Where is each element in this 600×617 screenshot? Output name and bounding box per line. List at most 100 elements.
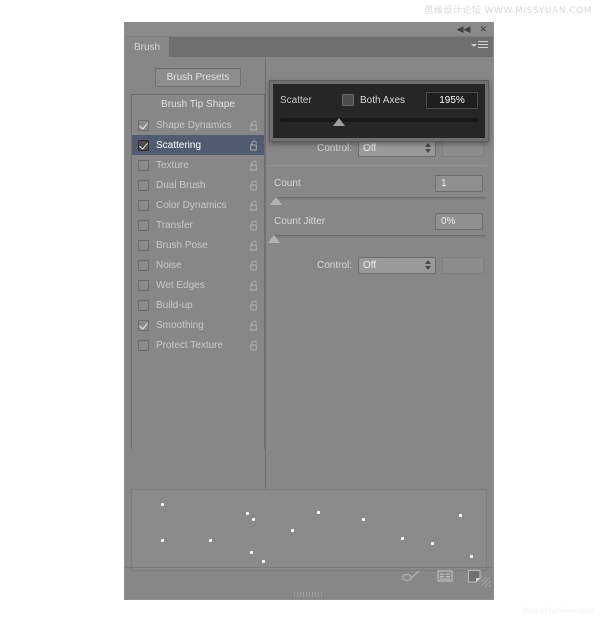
scatter-popup-inner: Scatter Both Axes 195% <box>273 84 485 138</box>
brush-option-row[interactable]: Build-up <box>132 295 264 315</box>
count-jitter-input[interactable]: 0% <box>435 212 483 230</box>
brush-option-row[interactable]: Brush Pose <box>132 235 264 255</box>
lock-open-icon[interactable] <box>250 320 259 331</box>
lock-open-icon[interactable] <box>250 220 259 231</box>
panel-title-bar: ◀◀ ✕ <box>125 23 493 37</box>
brush-option-row[interactable]: Smoothing <box>132 315 264 335</box>
count-jitter-control-label: Control: <box>316 259 352 271</box>
count-slider[interactable] <box>270 196 486 208</box>
preview-dot <box>316 510 320 514</box>
brush-option-row[interactable]: Shape Dynamics <box>132 115 264 135</box>
scatter-slider[interactable] <box>280 117 478 129</box>
count-jitter-control-extra <box>442 256 484 274</box>
brush-panel: ◀◀ ✕ Brush Brush Presets Brush Tip Shape… <box>124 22 494 600</box>
preview-dot <box>245 511 249 515</box>
brush-option-checkbox[interactable] <box>138 299 149 311</box>
preview-dot <box>209 538 213 542</box>
brush-options-sidebar: Brush Presets Brush Tip Shape Shape Dyna… <box>131 63 265 498</box>
count-slider-track <box>274 197 486 200</box>
scatter-slider-track <box>280 118 478 122</box>
brush-tip-shape-header[interactable]: Brush Tip Shape <box>132 95 264 115</box>
count-input[interactable]: 1 <box>435 174 483 192</box>
brush-option-checkbox[interactable] <box>138 279 149 291</box>
brush-option-row[interactable]: Texture <box>132 155 264 175</box>
brush-option-label: Build-up <box>156 299 193 311</box>
count-jitter-slider-thumb[interactable] <box>268 235 280 243</box>
lock-open-icon[interactable] <box>250 260 259 271</box>
scatter-popup: Scatter Both Axes 195% <box>269 80 489 142</box>
count-jitter-slider-track <box>274 235 486 238</box>
scatter-control-value: Off <box>363 142 377 154</box>
panel-footer <box>125 567 493 589</box>
brush-option-label: Smoothing <box>156 319 204 331</box>
panel-corner-resize-grip[interactable] <box>481 577 491 587</box>
scatter-slider-thumb[interactable] <box>333 118 346 126</box>
spinner-icon[interactable] <box>425 259 431 270</box>
panel-window-controls: ◀◀ ✕ <box>457 24 487 35</box>
lock-open-icon[interactable] <box>250 140 259 151</box>
collapse-icon[interactable]: ◀◀ <box>457 24 471 35</box>
scatter-control-label: Control: <box>316 142 352 154</box>
lock-open-icon[interactable] <box>250 160 259 171</box>
preview-dot <box>459 514 463 518</box>
brush-option-checkbox[interactable] <box>138 319 149 331</box>
new-brush-preset-icon[interactable] <box>401 569 423 588</box>
brush-option-label: Texture <box>156 159 189 171</box>
brush-option-row[interactable]: Protect Texture <box>132 335 264 355</box>
brush-option-row[interactable]: Scattering <box>132 135 264 155</box>
lock-open-icon[interactable] <box>250 280 259 291</box>
brush-option-label: Transfer <box>156 219 193 231</box>
hamburger-icon <box>478 41 488 48</box>
brush-option-row[interactable]: Dual Brush <box>132 175 264 195</box>
count-jitter-label: Count Jitter <box>274 215 326 227</box>
lock-open-icon[interactable] <box>250 180 259 191</box>
brush-option-checkbox[interactable] <box>138 259 149 271</box>
brush-option-row[interactable]: Noise <box>132 255 264 275</box>
preview-dot <box>401 536 405 540</box>
brush-option-checkbox[interactable] <box>138 119 149 131</box>
brush-option-checkbox[interactable] <box>138 159 149 171</box>
preview-dot <box>161 538 165 542</box>
brush-option-checkbox[interactable] <box>138 179 149 191</box>
preview-dot <box>470 555 474 559</box>
count-jitter-slider[interactable] <box>268 234 486 246</box>
brush-option-row[interactable]: Wet Edges <box>132 275 264 295</box>
chevron-down-icon <box>471 44 477 47</box>
brush-presets-button[interactable]: Brush Presets <box>154 68 242 87</box>
brush-option-checkbox[interactable] <box>138 239 149 251</box>
preview-dot <box>431 542 435 546</box>
scatter-control-select[interactable]: Off <box>358 139 436 157</box>
preview-dot <box>161 503 165 507</box>
brush-option-row[interactable]: Transfer <box>132 215 264 235</box>
both-axes-label: Both Axes <box>360 94 406 106</box>
brush-option-checkbox[interactable] <box>138 139 149 151</box>
lock-open-icon[interactable] <box>250 240 259 251</box>
lock-open-icon[interactable] <box>250 340 259 351</box>
preset-manager-icon[interactable] <box>437 569 453 588</box>
brush-option-row[interactable]: Color Dynamics <box>132 195 264 215</box>
brush-option-label: Brush Pose <box>156 239 208 251</box>
count-jitter-control-select[interactable]: Off <box>358 256 436 274</box>
lock-open-icon[interactable] <box>250 120 259 131</box>
preview-dot <box>262 559 266 563</box>
brush-option-label: Shape Dynamics <box>156 119 232 131</box>
brush-option-label: Dual Brush <box>156 179 206 191</box>
presets-button-wrap: Brush Presets <box>131 63 265 94</box>
lock-open-icon[interactable] <box>250 300 259 311</box>
panel-menu-icon[interactable] <box>471 41 488 48</box>
count-slider-thumb[interactable] <box>270 197 283 205</box>
tab-brush[interactable]: Brush <box>125 37 171 57</box>
brush-option-checkbox[interactable] <box>138 199 149 211</box>
lock-open-icon[interactable] <box>250 200 259 211</box>
preview-dot <box>290 529 294 533</box>
both-axes-checkbox[interactable] <box>342 94 354 106</box>
brush-stroke-preview <box>131 489 487 571</box>
panel-body: Brush Presets Brush Tip Shape Shape Dyna… <box>125 57 493 502</box>
close-icon[interactable]: ✕ <box>479 24 487 35</box>
scatter-value-input[interactable]: 195% <box>426 91 478 109</box>
spinner-icon[interactable] <box>425 142 431 153</box>
panel-resize-grip[interactable] <box>294 592 324 597</box>
brush-option-checkbox[interactable] <box>138 219 149 231</box>
brush-option-checkbox[interactable] <box>138 339 149 351</box>
watermark-top: 思缘设计论坛 WWW.MISSYUAN.COM <box>424 6 592 16</box>
